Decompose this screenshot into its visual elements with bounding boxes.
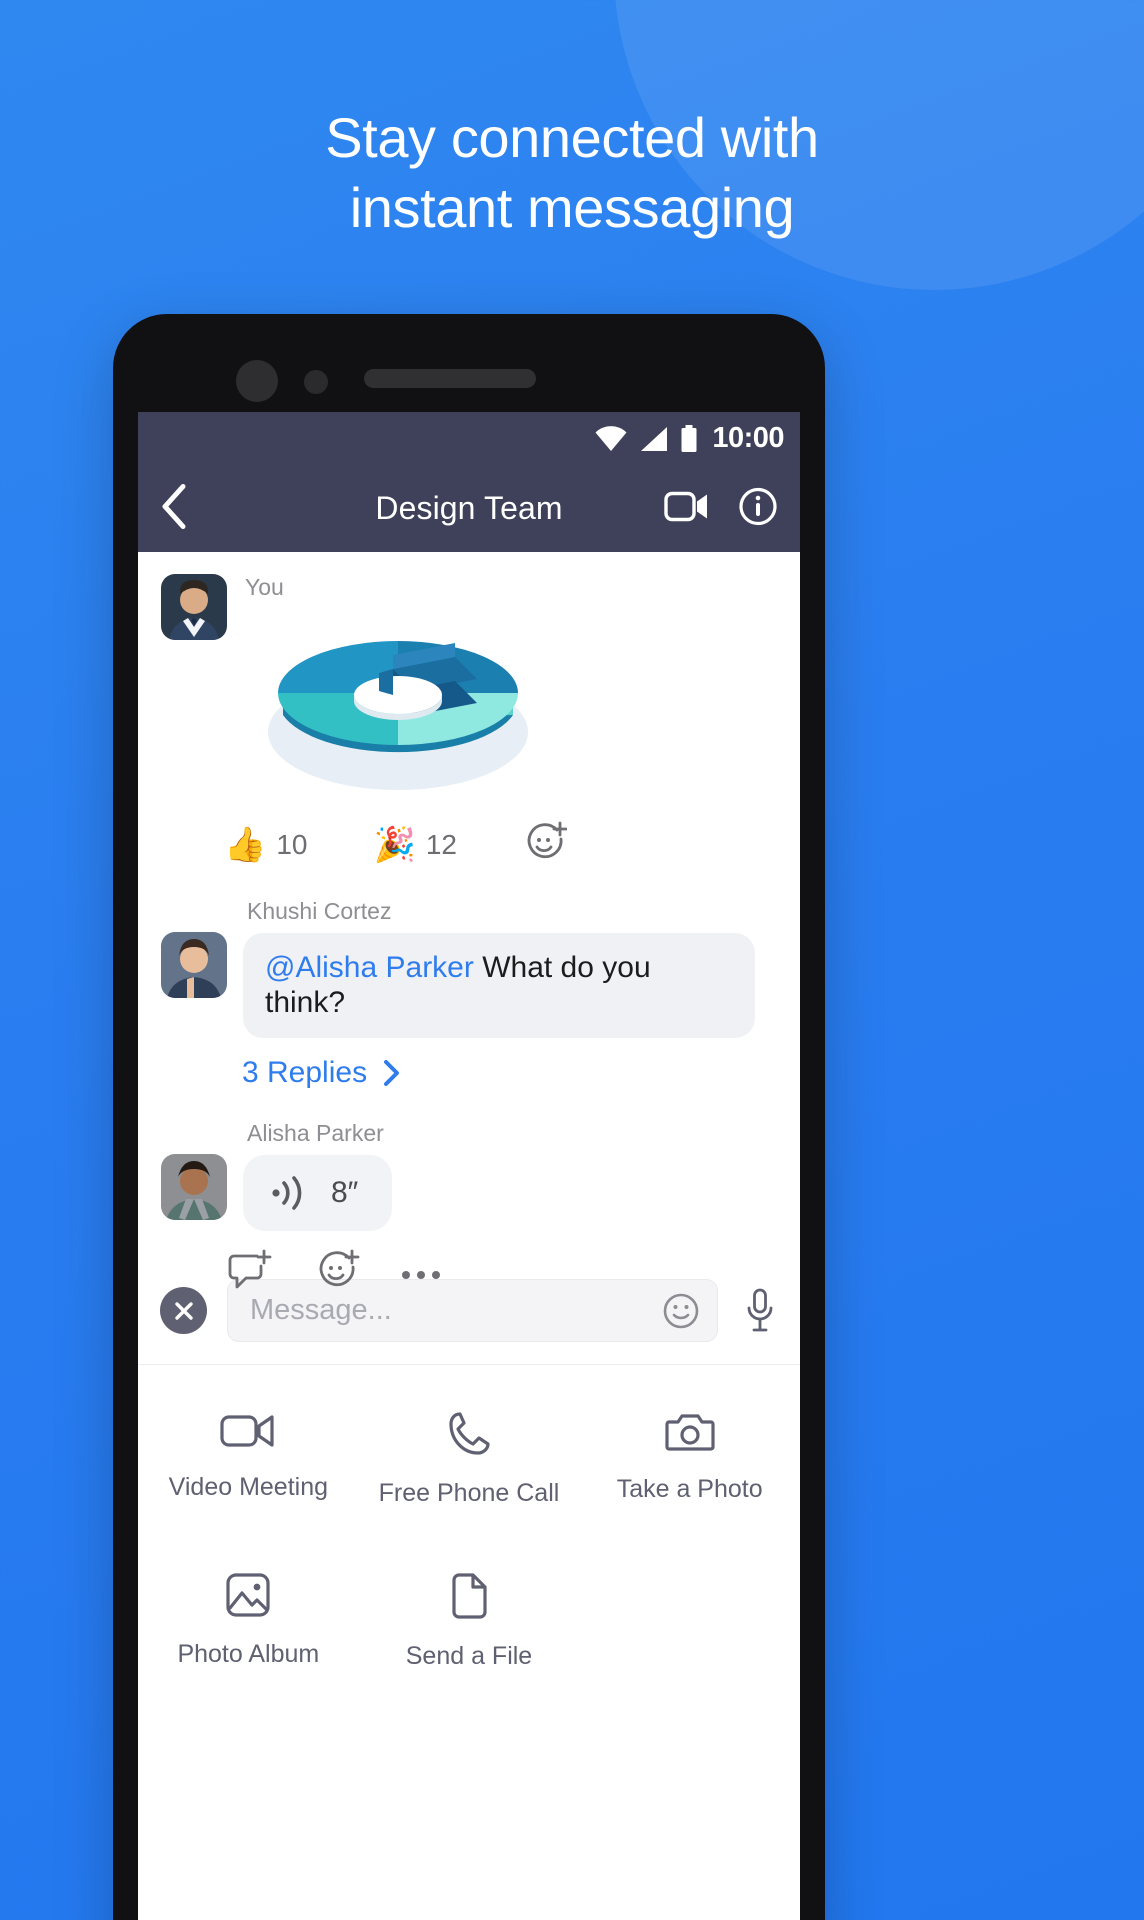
reply-comment-button[interactable] xyxy=(226,1249,272,1296)
voice-duration: 8″ xyxy=(331,1176,359,1209)
action-label: Send a File xyxy=(405,1642,533,1670)
action-send-a-file[interactable]: Send a File xyxy=(359,1542,580,1705)
avatar[interactable] xyxy=(161,1154,227,1220)
thumbs-up-icon: 👍 xyxy=(224,825,267,864)
message-sender-name: You xyxy=(245,574,284,600)
promo-headline: Stay connected with instant messaging xyxy=(0,103,1144,243)
message-input[interactable] xyxy=(250,1294,661,1327)
add-reaction-button[interactable] xyxy=(523,821,568,868)
action-label: Take a Photo xyxy=(616,1475,763,1503)
emoji-smiley-icon[interactable] xyxy=(661,1291,701,1331)
phone-screen: 10:00 Design Team You 👍 10 🎉 12 Khushi C… xyxy=(138,412,800,1920)
sensor-icon xyxy=(304,370,328,394)
thread-replies-link[interactable]: 3 Replies xyxy=(138,1038,800,1090)
video-call-button[interactable] xyxy=(664,490,710,527)
party-popper-icon: 🎉 xyxy=(373,825,416,864)
close-icon xyxy=(174,1301,193,1320)
mention-link[interactable]: @Alisha Parker xyxy=(265,951,474,984)
action-video-meeting[interactable]: Video Meeting xyxy=(138,1381,359,1542)
front-camera-icon xyxy=(236,360,278,402)
action-photo-album[interactable]: Photo Album xyxy=(138,1542,359,1705)
sound-wave-icon xyxy=(272,1176,302,1210)
avatar[interactable] xyxy=(161,932,227,998)
phone-icon xyxy=(449,1412,490,1455)
camera-icon xyxy=(665,1414,715,1451)
add-reaction-button[interactable] xyxy=(314,1249,360,1296)
wifi-icon xyxy=(595,425,627,451)
donut-chart-image[interactable] xyxy=(243,607,553,807)
battery-icon xyxy=(681,424,697,452)
more-options-button[interactable] xyxy=(402,1267,440,1279)
action-label: Photo Album xyxy=(177,1640,320,1668)
attachment-action-grid: Video Meeting Free Phone Call Take a Pho… xyxy=(138,1365,800,1705)
phone-mockup: 10:00 Design Team You 👍 10 🎉 12 Khushi C… xyxy=(113,314,825,1920)
headline-line-1: Stay connected with xyxy=(325,106,819,169)
message-sender-name: Khushi Cortez xyxy=(247,898,392,924)
photo-image-icon xyxy=(226,1573,270,1617)
action-label: Video Meeting xyxy=(168,1473,329,1501)
avatar-you-image xyxy=(161,574,227,640)
add-reaction-icon xyxy=(319,1249,360,1287)
message-list: You 👍 10 🎉 12 Khushi Cortez @Alisha Park… xyxy=(138,552,800,1289)
document-file-icon xyxy=(452,1573,487,1619)
voice-message-bubble[interactable]: 8″ xyxy=(243,1155,393,1231)
cellular-signal-icon xyxy=(641,426,668,451)
more-options-icon xyxy=(402,1270,410,1279)
video-camera-icon xyxy=(664,491,707,521)
chat-header: Design Team xyxy=(138,465,800,552)
reaction-count: 12 xyxy=(425,828,457,860)
video-camera-icon xyxy=(220,1415,274,1447)
replies-count-label: 3 Replies xyxy=(242,1056,368,1089)
avatar-khushi-image xyxy=(161,932,227,998)
avatar[interactable] xyxy=(161,574,227,640)
reaction-bar: 👍 10 🎉 12 xyxy=(138,807,800,868)
phone-top-hardware xyxy=(113,356,825,402)
message-action-bar xyxy=(138,1231,800,1296)
message-item-you: You 👍 10 🎉 12 xyxy=(138,552,800,868)
reaction-count: 10 xyxy=(276,828,308,860)
headline-line-2: instant messaging xyxy=(349,176,795,239)
avatar-alisha-image xyxy=(161,1154,227,1220)
thumbs-up-reaction[interactable]: 👍 10 xyxy=(224,828,308,862)
earpiece-speaker xyxy=(364,369,536,388)
info-circle-icon xyxy=(739,487,777,525)
status-bar-time: 10:00 xyxy=(712,422,784,454)
message-sender-name: Alisha Parker xyxy=(247,1120,384,1146)
action-label: Free Phone Call xyxy=(378,1479,560,1507)
reply-comment-icon xyxy=(228,1249,272,1289)
add-reaction-icon xyxy=(527,821,568,859)
message-item-alisha: Alisha Parker 8″ xyxy=(138,1090,800,1296)
header-actions xyxy=(664,486,778,531)
party-popper-reaction[interactable]: 🎉 12 xyxy=(374,828,458,862)
status-bar: 10:00 xyxy=(138,412,800,465)
message-bubble[interactable]: @Alisha Parker What do you think? xyxy=(243,933,755,1038)
action-take-a-photo[interactable]: Take a Photo xyxy=(579,1381,800,1542)
chat-info-button[interactable] xyxy=(738,486,778,531)
chevron-right-icon xyxy=(384,1060,400,1086)
message-item-khushi: Khushi Cortez @Alisha Parker What do you… xyxy=(138,868,800,1090)
action-free-phone-call[interactable]: Free Phone Call xyxy=(359,1381,580,1542)
